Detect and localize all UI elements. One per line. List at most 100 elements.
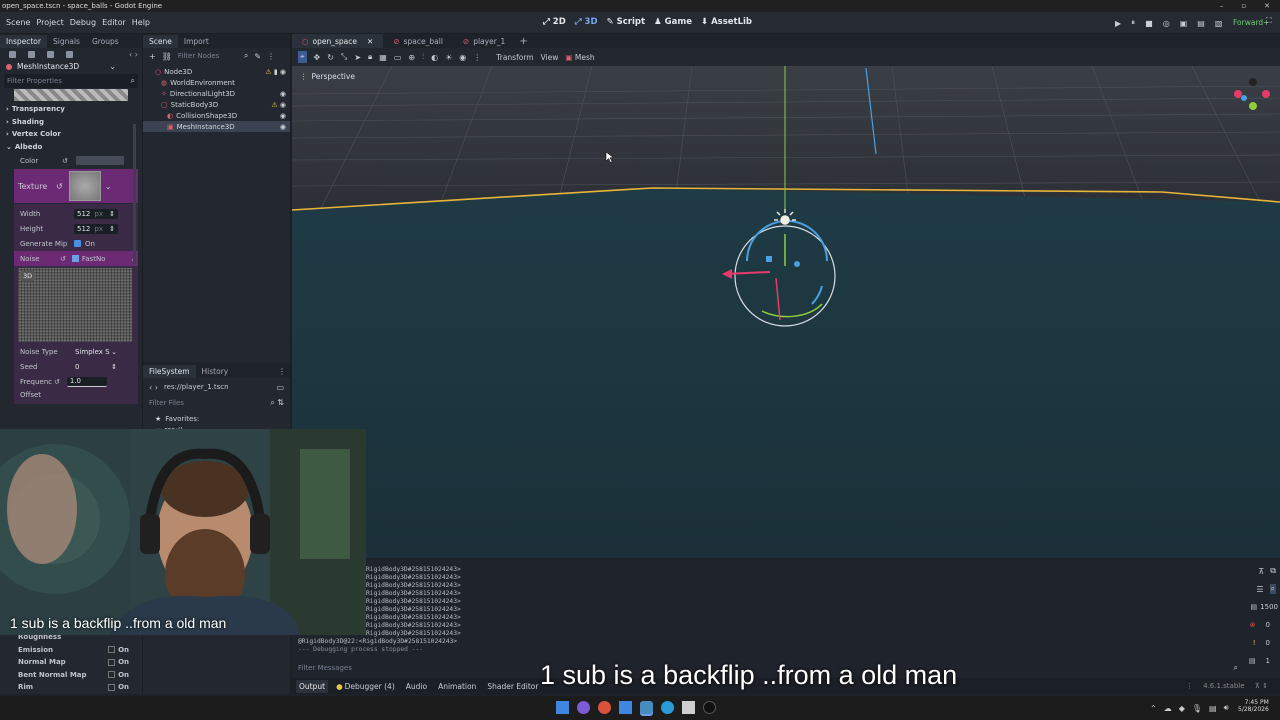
menu-project[interactable]: Project bbox=[36, 18, 63, 27]
node-selector[interactable]: MeshInstance3D bbox=[17, 62, 79, 71]
menu-help[interactable]: Help bbox=[132, 18, 150, 27]
close-tab-icon[interactable]: ✕ bbox=[367, 37, 373, 46]
more-icon[interactable]: ⋮ bbox=[473, 53, 481, 62]
generate-mip-checkbox[interactable] bbox=[74, 240, 81, 247]
section-albedo[interactable]: ⌄ Albedo bbox=[0, 141, 142, 154]
menu-dots-icon[interactable]: ⋮ bbox=[278, 367, 286, 376]
volume-icon[interactable]: 🔊︎ bbox=[1224, 703, 1229, 713]
new-resource-icon[interactable] bbox=[9, 50, 16, 58]
filter-messages-input[interactable]: Filter Messages bbox=[298, 664, 352, 672]
filter-properties-input[interactable]: Filter Properties bbox=[7, 77, 62, 85]
camera-preview-icon[interactable]: ◐ bbox=[431, 53, 438, 62]
visibility-icon[interactable]: ◉ bbox=[280, 123, 286, 131]
inspector-scrollbar[interactable] bbox=[133, 124, 136, 264]
link-icon[interactable]: ⛓ bbox=[162, 52, 172, 61]
workspace-game[interactable]: ♟ Game bbox=[654, 17, 692, 27]
tree-item-directionallight3d[interactable]: ✧ DirectionalLight3D ◉ bbox=[143, 88, 290, 99]
tab-debugger[interactable]: Debugger (4) bbox=[345, 682, 395, 691]
filter-nodes-input[interactable]: Filter Nodes bbox=[178, 52, 238, 60]
photos-icon[interactable] bbox=[619, 701, 632, 714]
scene-tab-player-1[interactable]: ⊘ player_1 bbox=[453, 34, 515, 48]
snap-icon[interactable]: ⫶ bbox=[422, 52, 424, 62]
tree-item-node3d[interactable]: ○ Node3D ⚠ ▮ ◉ bbox=[143, 66, 290, 77]
filter-files-input[interactable]: Filter Files bbox=[149, 399, 184, 407]
width-field[interactable]: 512 px ⇕ bbox=[74, 208, 118, 219]
group-icon[interactable]: ▦ bbox=[379, 53, 387, 62]
normal-map-checkbox[interactable] bbox=[108, 658, 116, 666]
start-icon[interactable] bbox=[556, 701, 569, 714]
noise-resource[interactable]: FastNo bbox=[82, 255, 106, 263]
scene-tab-open-space[interactable]: ○ open_space ✕ bbox=[292, 34, 384, 48]
tab-audio[interactable]: Audio bbox=[406, 682, 427, 691]
pin-icon[interactable]: ⊼ bbox=[1255, 682, 1260, 690]
pin-icon[interactable]: ⊼ bbox=[1258, 567, 1264, 576]
movie-icon[interactable]: ▣ bbox=[1180, 19, 1188, 28]
pause-icon[interactable]: ⏸ bbox=[1131, 18, 1135, 28]
chevron-up-icon[interactable]: ⌃ bbox=[1150, 704, 1157, 713]
chat-app-icon[interactable] bbox=[577, 701, 590, 714]
play-custom-icon[interactable]: ▧ bbox=[1215, 19, 1223, 28]
browser-icon[interactable] bbox=[598, 701, 611, 714]
menu-editor[interactable]: Editor bbox=[102, 18, 126, 27]
height-field[interactable]: 512 px ⇕ bbox=[74, 223, 118, 234]
play-icon[interactable]: ▶ bbox=[1115, 19, 1121, 28]
tree-item-worldenvironment[interactable]: ◍ WorldEnvironment bbox=[143, 77, 290, 88]
tab-history[interactable]: History bbox=[196, 365, 235, 378]
tree-item-meshinstance3d[interactable]: ▣ MeshInstance3D ◉ bbox=[143, 121, 290, 132]
workspace-assetlib[interactable]: ⬇ AssetLib bbox=[701, 17, 752, 27]
play-scene-icon[interactable]: ▤ bbox=[1197, 19, 1205, 28]
tab-groups[interactable]: Groups bbox=[86, 35, 125, 48]
filter-properties[interactable]: Filter Properties ⌕ bbox=[4, 74, 138, 88]
renderer-select[interactable]: Forward+ bbox=[1233, 18, 1269, 27]
revert-icon[interactable]: ↺ bbox=[60, 255, 66, 263]
section-shading[interactable]: › Shading bbox=[0, 116, 142, 129]
tab-filesystem[interactable]: FileSystem bbox=[143, 364, 196, 378]
tab-inspector[interactable]: Inspector bbox=[0, 34, 47, 48]
warning-icon[interactable]: ⚠ ◉ bbox=[271, 101, 286, 109]
scale-tool-icon[interactable]: ⤡ bbox=[341, 52, 347, 62]
menu-debug[interactable]: Debug bbox=[70, 18, 96, 27]
menu-scene[interactable]: Scene bbox=[6, 18, 30, 27]
menu-dots-icon[interactable]: ⋮ bbox=[1186, 682, 1193, 690]
rotate-tool-icon[interactable]: ↻ bbox=[327, 53, 334, 62]
perspective-menu[interactable]: ⋮ Perspective bbox=[300, 72, 355, 81]
select-tool-icon[interactable]: ⌖ bbox=[298, 51, 307, 63]
info-count[interactable]: ▤ 1 bbox=[1240, 652, 1280, 670]
favorites-item[interactable]: ★ Favorites: bbox=[143, 413, 290, 424]
visibility-icon[interactable]: ◉ bbox=[280, 90, 286, 98]
copy-icon[interactable]: ⧉ bbox=[1270, 566, 1276, 576]
lock-icon[interactable]: 🔒︎ bbox=[368, 52, 372, 62]
remote-icon[interactable]: ◎ bbox=[1163, 19, 1170, 28]
local-space-icon[interactable]: ⊕ bbox=[408, 53, 415, 62]
save-resource-icon[interactable] bbox=[47, 50, 54, 58]
bent-normal-map-checkbox[interactable] bbox=[108, 671, 116, 679]
add-tab-icon[interactable]: + bbox=[519, 36, 527, 47]
list-select-icon[interactable]: ➤ bbox=[354, 53, 361, 62]
clear-icon[interactable]: ☰ bbox=[1256, 585, 1263, 594]
stop-icon[interactable]: ■ bbox=[1145, 19, 1153, 28]
warning-count[interactable]: ! 0 bbox=[1240, 634, 1280, 652]
tab-signals[interactable]: Signals bbox=[47, 35, 86, 48]
tab-animation[interactable]: Animation bbox=[438, 682, 476, 691]
edge-icon[interactable] bbox=[661, 701, 674, 714]
cloud-icon[interactable]: ☁ bbox=[1164, 704, 1172, 713]
clock[interactable]: 7:45 PM 5/28/2026 bbox=[1238, 699, 1269, 713]
back-icon[interactable]: ‹ › bbox=[129, 50, 138, 59]
section-vertex-color[interactable]: › Vertex Color bbox=[0, 128, 142, 141]
tab-output[interactable]: Output bbox=[296, 679, 329, 693]
revert-icon[interactable]: ↺ bbox=[62, 157, 68, 165]
search-toggle-icon[interactable]: ⌕ bbox=[1269, 584, 1276, 594]
noise-type-select[interactable]: Simplex S ⌄ bbox=[72, 347, 120, 357]
section-transparency[interactable]: › Transparency bbox=[0, 103, 142, 116]
albedo-color-swatch[interactable] bbox=[75, 156, 124, 165]
ruler-icon[interactable]: ▭ bbox=[394, 53, 402, 62]
revert-icon[interactable]: ↺ bbox=[54, 378, 60, 386]
tray-app-icon[interactable]: ◆ bbox=[1179, 704, 1185, 713]
env-preview-icon[interactable]: ◉ bbox=[459, 53, 466, 62]
emission-checkbox[interactable] bbox=[108, 646, 116, 654]
scene-tab-space-ball[interactable]: ⊘ space_ball bbox=[383, 34, 453, 48]
preview-3d-toggle[interactable]: 3D bbox=[21, 271, 35, 281]
maximize-icon[interactable]: ▫ bbox=[1241, 2, 1246, 10]
close-icon[interactable]: ✕ bbox=[1264, 2, 1270, 10]
revert-icon[interactable]: ↺ bbox=[56, 182, 63, 191]
